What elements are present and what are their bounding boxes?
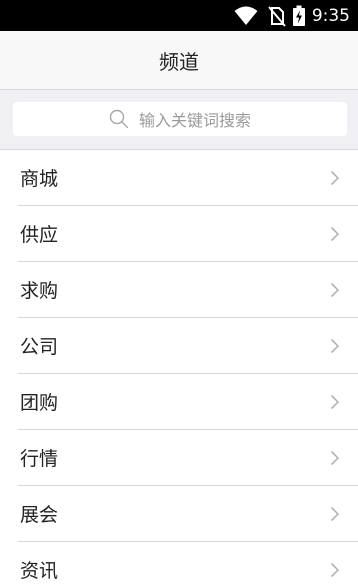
channel-item-purchase[interactable]: 求购 <box>18 262 358 318</box>
channel-label: 商城 <box>20 168 59 190</box>
chevron-right-icon <box>330 506 340 522</box>
channel-item-supply[interactable]: 供应 <box>18 206 358 262</box>
chevron-right-icon <box>330 170 340 186</box>
channel-label: 供应 <box>20 224 59 246</box>
channel-item-exhibition[interactable]: 展会 <box>18 486 358 542</box>
channel-item-group-buy[interactable]: 团购 <box>18 374 358 430</box>
channel-item-company[interactable]: 公司 <box>18 318 358 374</box>
search-input[interactable]: 输入关键词搜索 <box>13 102 347 136</box>
chevron-right-icon <box>330 562 340 578</box>
chevron-right-icon <box>330 226 340 242</box>
status-bar: 9:35 <box>0 0 358 31</box>
channel-label: 行情 <box>20 448 59 470</box>
battery-charging-icon <box>292 5 305 26</box>
search-area: 输入关键词搜索 <box>0 90 358 150</box>
no-sim-icon <box>268 6 286 27</box>
wifi-icon <box>234 6 258 25</box>
search-icon <box>109 109 129 129</box>
chevron-right-icon <box>330 450 340 466</box>
channel-list: 商城 供应 求购 公司 团购 行情 展会 资讯 <box>0 150 358 588</box>
channel-item-market[interactable]: 行情 <box>18 430 358 486</box>
nav-bar: 频道 <box>0 31 358 90</box>
page-title: 频道 <box>159 49 199 74</box>
channel-label: 展会 <box>20 504 59 526</box>
channel-item-mall[interactable]: 商城 <box>18 150 358 206</box>
channel-item-news[interactable]: 资讯 <box>18 542 358 588</box>
channel-label: 资讯 <box>20 560 59 582</box>
chevron-right-icon <box>330 394 340 410</box>
channel-label: 团购 <box>20 392 59 414</box>
chevron-right-icon <box>330 282 340 298</box>
status-icons: 9:35 <box>234 4 350 28</box>
channel-label: 公司 <box>20 336 59 358</box>
channel-label: 求购 <box>20 280 59 302</box>
clock-time: 9:35 <box>311 6 350 26</box>
chevron-right-icon <box>330 338 340 354</box>
search-placeholder: 输入关键词搜索 <box>138 111 251 130</box>
